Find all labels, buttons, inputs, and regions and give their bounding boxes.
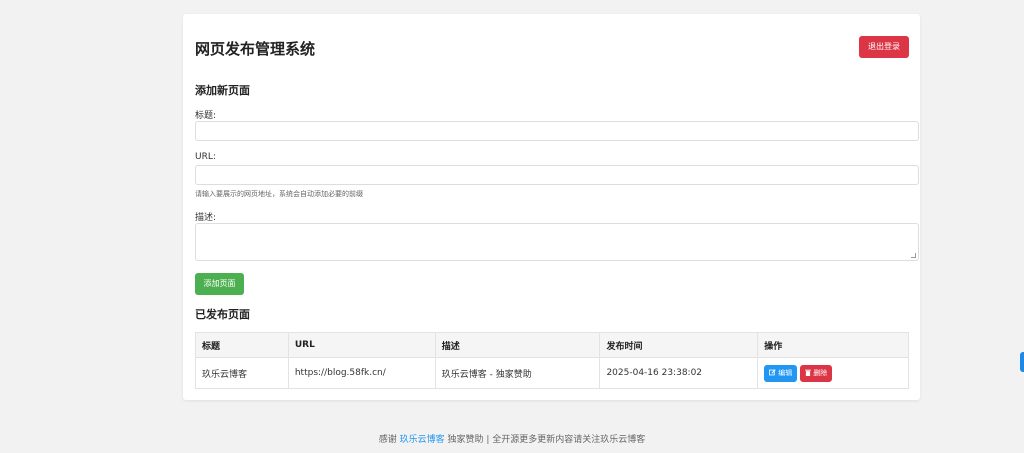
column-header-published-at: 发布时间	[599, 332, 759, 358]
cell-actions: 编辑 删除	[757, 357, 909, 389]
edit-button[interactable]: 编辑	[764, 364, 798, 382]
add-page-heading: 添加新页面	[195, 84, 250, 97]
url-help-text: 请输入要展示的网页地址，系统会自动添加必要的前缀	[195, 190, 363, 198]
footer-suffix: 独家赞助 | 全开源更多更新内容请关注玖乐云博客	[447, 435, 646, 445]
side-float-tab[interactable]	[1020, 352, 1024, 372]
footer-sponsor-link[interactable]: 玖乐云博客	[400, 435, 445, 445]
column-header-actions: 操作	[757, 332, 909, 358]
description-textarea[interactable]	[195, 223, 919, 261]
logout-button[interactable]: 退出登录	[859, 36, 909, 58]
delete-button[interactable]: 删除	[800, 364, 833, 382]
delete-label: 删除	[813, 368, 828, 377]
url-label: URL:	[195, 152, 216, 162]
main-card: 网页发布管理系统 退出登录 添加新页面 标题: URL: 请输入要展示的网页地址…	[183, 14, 920, 400]
edit-icon	[769, 368, 776, 375]
title-input[interactable]	[195, 121, 919, 141]
cell-description: 玖乐云博客 - 独家赞助	[434, 357, 601, 389]
add-page-button[interactable]: 添加页面	[195, 273, 244, 295]
footer: 感谢 玖乐云博客 独家赞助 | 全开源更多更新内容请关注玖乐云博客	[0, 432, 1024, 445]
cell-url: https://blog.58fk.cn/	[287, 357, 436, 389]
edit-label: 编辑	[778, 368, 793, 377]
cell-title: 玖乐云博客	[195, 357, 289, 389]
column-header-description: 描述	[434, 332, 601, 358]
footer-prefix: 感谢	[378, 435, 397, 445]
column-header-title: 标题	[195, 332, 289, 358]
url-input[interactable]	[195, 165, 919, 185]
cell-published-at: 2025-04-16 23:38:02	[599, 357, 759, 389]
published-pages-heading: 已发布页面	[195, 308, 250, 321]
title-label: 标题:	[195, 111, 217, 121]
table-header-row: 标题 URL 描述 发布时间 操作	[195, 332, 909, 358]
trash-icon	[805, 369, 812, 376]
published-pages-table: 标题 URL 描述 发布时间 操作 玖乐云博客 https://blog.58f…	[195, 332, 909, 389]
page-title: 网页发布管理系统	[195, 40, 316, 58]
table-row: 玖乐云博客 https://blog.58fk.cn/ 玖乐云博客 - 独家赞助…	[195, 357, 909, 389]
column-header-url: URL	[287, 332, 436, 358]
resize-handle-icon[interactable]	[911, 253, 916, 258]
description-label: 描述:	[195, 213, 217, 223]
